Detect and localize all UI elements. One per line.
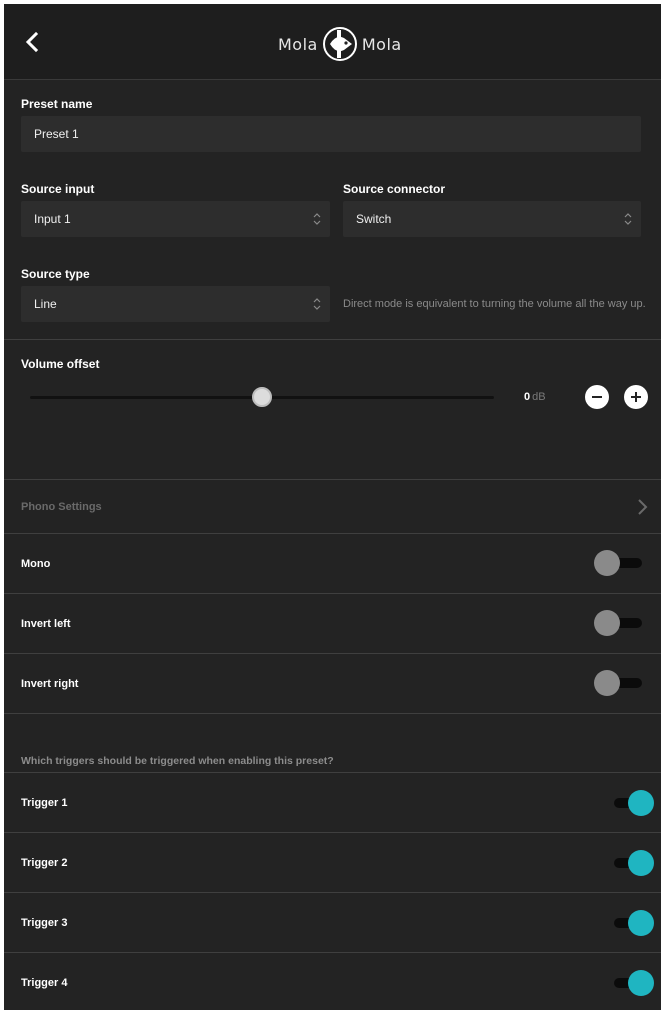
plus-icon: [631, 392, 641, 402]
updown-chevron-icon: [313, 298, 321, 310]
preset-name-label: Preset name: [21, 97, 93, 111]
preset-name-value: Preset 1: [34, 127, 79, 141]
divider: [4, 533, 661, 534]
back-arrow-icon[interactable]: [20, 28, 44, 56]
trigger-1-label: Trigger 1: [21, 797, 68, 809]
trigger-3-label: Trigger 3: [21, 917, 68, 929]
source-type-value: Line: [34, 297, 57, 311]
source-input-select[interactable]: Input 1: [21, 201, 330, 237]
trigger-4-toggle[interactable]: [604, 969, 656, 997]
toggle-knob: [628, 790, 654, 816]
divider: [4, 772, 661, 773]
minus-icon: [592, 396, 602, 398]
source-type-label: Source type: [21, 267, 90, 281]
source-input-label: Source input: [21, 182, 95, 196]
chevron-right-icon: [638, 499, 648, 515]
divider: [4, 952, 661, 953]
source-input-value: Input 1: [34, 212, 71, 226]
volume-value: 0: [524, 391, 531, 403]
trigger-2-toggle[interactable]: [604, 849, 656, 877]
phono-settings-row[interactable]: Phono Settings: [4, 480, 661, 533]
logo-word-right: Mola: [361, 34, 402, 54]
logo-word-left: Mola: [278, 34, 318, 54]
volume-readout: 0 dB: [524, 391, 546, 403]
volume-unit: dB: [532, 391, 546, 403]
invert-right-toggle[interactable]: [594, 669, 646, 697]
divider: [4, 593, 661, 594]
toggle-knob: [628, 970, 654, 996]
preset-editor-screen: Mola Mola Preset name Preset 1 Source in…: [4, 4, 661, 1010]
mono-toggle[interactable]: [594, 549, 646, 577]
toggle-knob: [628, 850, 654, 876]
toggle-knob: [594, 550, 620, 576]
divider: [4, 653, 661, 654]
source-type-hint: Direct mode is equivalent to turning the…: [343, 298, 646, 310]
updown-chevron-icon: [313, 213, 321, 225]
app-header: Mola Mola: [4, 4, 661, 80]
divider: [4, 832, 661, 833]
toggle-knob: [628, 910, 654, 936]
trigger-4-label: Trigger 4: [21, 977, 68, 989]
updown-chevron-icon: [624, 213, 632, 225]
source-connector-label: Source connector: [343, 182, 446, 196]
invert-left-label: Invert left: [21, 618, 71, 630]
invert-left-toggle[interactable]: [594, 609, 646, 637]
toggle-knob: [594, 670, 620, 696]
triggers-question: Which triggers should be triggered when …: [21, 755, 334, 767]
divider: [4, 339, 661, 340]
source-connector-select[interactable]: Switch: [343, 201, 641, 237]
volume-decrease-button[interactable]: [585, 385, 609, 409]
fish-logo-icon: [322, 27, 357, 61]
volume-increase-button[interactable]: [624, 385, 648, 409]
preset-name-input[interactable]: Preset 1: [21, 116, 641, 152]
divider: [4, 892, 661, 893]
toggle-knob: [594, 610, 620, 636]
trigger-2-label: Trigger 2: [21, 857, 68, 869]
source-connector-value: Switch: [356, 212, 392, 226]
source-type-select[interactable]: Line: [21, 286, 330, 322]
phono-settings-label: Phono Settings: [21, 501, 102, 513]
divider: [4, 713, 661, 714]
mono-label: Mono: [21, 558, 51, 570]
volume-slider-thumb[interactable]: [252, 387, 272, 407]
mola-mola-logo: Mola Mola: [278, 24, 430, 64]
trigger-1-toggle[interactable]: [604, 789, 656, 817]
trigger-3-toggle[interactable]: [604, 909, 656, 937]
invert-right-label: Invert right: [21, 678, 79, 690]
volume-offset-label: Volume offset: [21, 357, 100, 371]
